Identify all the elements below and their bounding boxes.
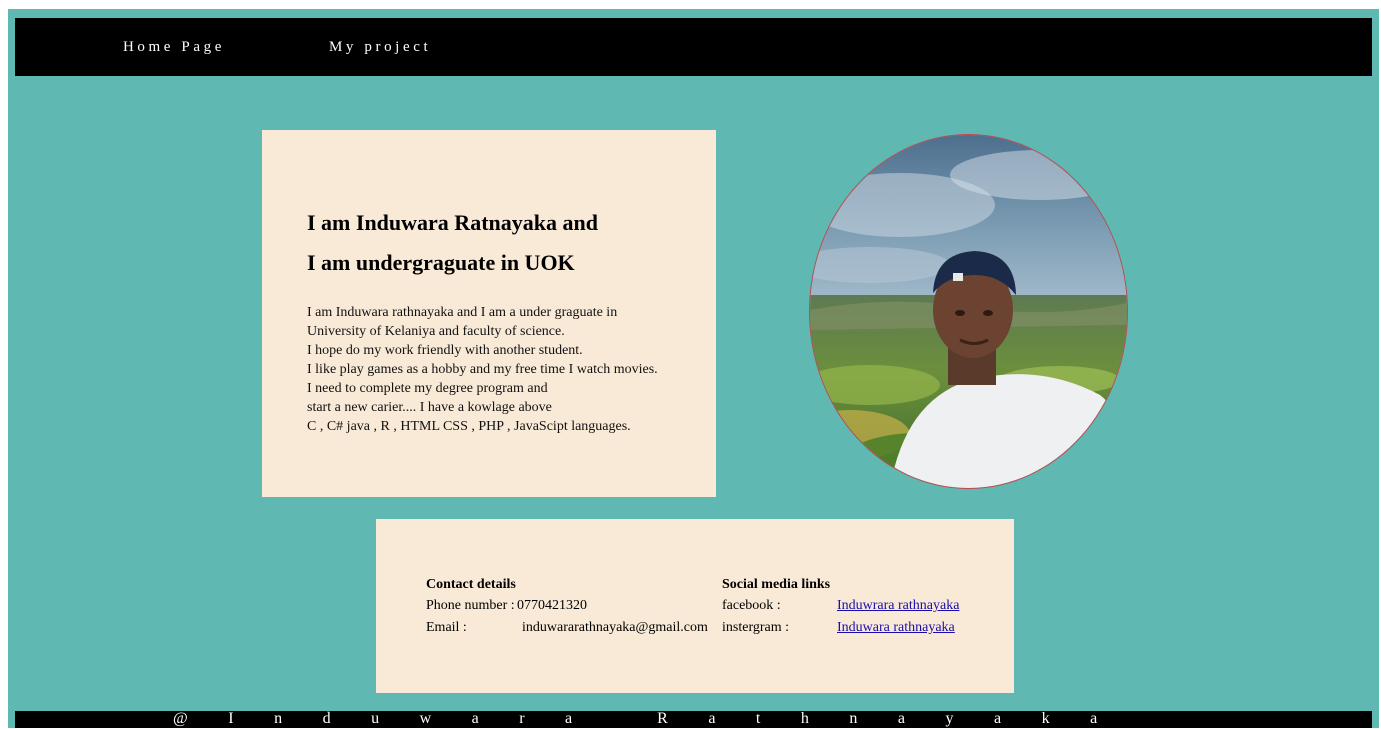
intro-bio: I am Induwara rathnayaka and I am a unde… xyxy=(307,303,707,436)
footer-bar: @Induwara Rathnayaka xyxy=(15,710,1372,728)
nav-my-project-link[interactable]: My project xyxy=(329,39,431,56)
top-navigation-bar: Home Page My project xyxy=(15,18,1372,76)
intro-heading-line-1: I am Induwara Ratnayaka and xyxy=(307,210,598,235)
instagram-link[interactable]: Induwara rathnayaka xyxy=(837,620,955,636)
facebook-label: facebook : xyxy=(722,598,781,613)
bio-line: University of Kelaniya and faculty of sc… xyxy=(307,324,565,339)
email-value: induwararathnayaka@gmail.com xyxy=(522,620,708,635)
profile-photo-image xyxy=(810,135,1127,488)
intro-card: I am Induwara Ratnayaka and I am undergr… xyxy=(262,130,716,497)
bio-line: C , C# java , R , HTML CSS , PHP , JavaS… xyxy=(307,419,631,434)
bio-line: I need to complete my degree program and xyxy=(307,381,548,396)
contact-card: Contact details Phone number : 077042132… xyxy=(376,519,1014,693)
bio-line: I like play games as a hobby and my free… xyxy=(307,362,658,377)
social-media-title: Social media links xyxy=(722,577,831,592)
phone-value: 0770421320 xyxy=(517,598,587,613)
bio-line: I hope do my work friendly with another … xyxy=(307,343,583,358)
email-label: Email : xyxy=(426,620,467,635)
nav-home-page-link[interactable]: Home Page xyxy=(123,39,225,56)
profile-photo xyxy=(809,134,1128,489)
phone-label: Phone number : xyxy=(426,598,515,613)
bio-line: start a new carier.... I have a kowlage … xyxy=(307,400,552,415)
intro-heading-line-2: I am undergraguate in UOK xyxy=(307,250,575,275)
contact-details-title: Contact details xyxy=(426,577,516,592)
footer-signature: @Induwara Rathnayaka xyxy=(173,710,1138,727)
instagram-label: instergram : xyxy=(722,620,790,635)
bio-line: I am Induwara rathnayaka and I am a unde… xyxy=(307,305,618,320)
facebook-link[interactable]: Induwrara rathnayaka xyxy=(837,598,959,614)
